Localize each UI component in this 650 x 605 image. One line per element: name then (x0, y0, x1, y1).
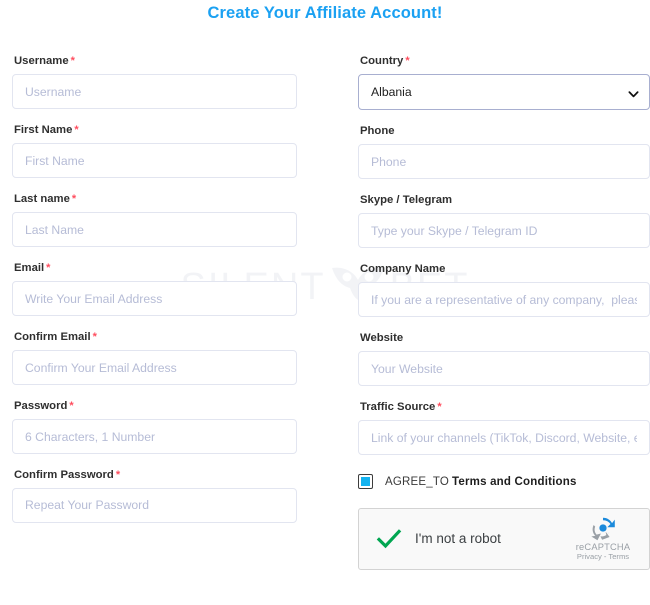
field-confirm-password: Confirm Password * (12, 469, 297, 523)
label-first-name-text: First Name (14, 123, 73, 136)
field-first-name: First Name * (12, 124, 297, 179)
terms-label: AGREE_TO Terms and Conditions (385, 476, 577, 488)
phone-input[interactable] (358, 144, 650, 180)
required-asterisk: * (437, 400, 442, 413)
label-company-name: Company Name (360, 262, 446, 275)
recaptcha-brand-name: reCAPTCHA (575, 541, 631, 552)
recaptcha-checkmark-icon[interactable] (375, 525, 403, 553)
label-confirm-email: Confirm Email * (14, 331, 297, 343)
required-asterisk: * (70, 55, 75, 67)
agree-to-text: AGREE_TO (385, 475, 450, 488)
first-name-input[interactable] (12, 143, 297, 179)
country-selected-value: Albania (371, 85, 412, 100)
skype-telegram-input[interactable] (358, 213, 650, 249)
required-asterisk: * (115, 468, 121, 481)
field-password: Password * (12, 400, 297, 455)
terms-agreement-row: AGREE_TO Terms and Conditions (358, 470, 650, 494)
website-input[interactable] (358, 351, 650, 387)
company-name-input[interactable] (358, 282, 650, 318)
last-name-input[interactable] (12, 212, 297, 248)
recaptcha-legal-links[interactable]: Privacy - Terms (565, 552, 641, 561)
traffic-source-input[interactable] (358, 420, 650, 456)
required-asterisk: * (69, 399, 74, 412)
field-skype-telegram: Skype / Telegram (358, 193, 650, 249)
label-country-text: Country (360, 55, 404, 67)
label-first-name: First Name * (14, 124, 297, 136)
field-country: Country * Albania (358, 55, 650, 111)
label-confirm-password-text: Confirm Password (14, 468, 114, 481)
label-confirm-email-text: Confirm Email (14, 330, 91, 343)
required-asterisk: * (74, 123, 79, 136)
field-last-name: Last name * (12, 193, 297, 248)
label-username: Username * (14, 55, 297, 67)
label-last-name-text: Last name (14, 192, 70, 205)
required-asterisk: * (46, 261, 51, 274)
label-username-text: Username (14, 55, 69, 67)
required-asterisk: * (92, 330, 97, 343)
label-skype-telegram: Skype / Telegram (360, 193, 453, 206)
recaptcha-widget[interactable]: I'm not a robot reCAPTCHA Privacy - Term… (358, 507, 650, 570)
recaptcha-logo-icon (565, 515, 641, 541)
confirm-email-input[interactable] (12, 350, 297, 386)
label-traffic-source-text: Traffic Source (360, 400, 436, 413)
required-asterisk: * (71, 192, 77, 205)
label-website: Website (360, 331, 404, 344)
label-email-text: Email (14, 261, 45, 274)
label-password: Password * (14, 400, 297, 412)
username-input[interactable] (12, 74, 297, 110)
password-input[interactable] (12, 419, 297, 455)
field-traffic-source: Traffic Source * (358, 401, 650, 456)
page-title: Create Your Affiliate Account! (207, 4, 443, 22)
form-right-column: Country* Albania Phone Skype / Telegram (358, 55, 650, 570)
label-email: Email * (14, 262, 297, 274)
required-asterisk: * (405, 55, 410, 67)
field-company-name: Company Name (358, 262, 650, 318)
label-password-text: Password (14, 399, 68, 412)
terms-and-conditions-link[interactable]: Terms and Conditions (452, 476, 577, 488)
label-traffic-source: Traffic Source * (360, 401, 650, 413)
agree-terms-checkbox[interactable] (358, 474, 373, 490)
country-select-wrapper: Albania (358, 74, 650, 111)
recaptcha-label: I'm not a robot (415, 531, 501, 547)
confirm-password-input[interactable] (12, 487, 297, 523)
field-username: Username * (12, 55, 297, 110)
field-website: Website (358, 331, 650, 387)
form-left-column: Username* First Name* Last name* Email* (12, 55, 297, 537)
label-country: Country * (360, 55, 650, 67)
label-last-name: Last name * (14, 193, 297, 205)
field-confirm-email: Confirm Email * (12, 331, 297, 386)
label-phone: Phone (360, 124, 395, 137)
field-email: Email * (12, 262, 297, 317)
field-phone: Phone (358, 124, 650, 180)
recaptcha-branding: reCAPTCHA Privacy - Terms (565, 515, 641, 561)
email-input[interactable] (12, 281, 297, 317)
checkbox-checked-fill (361, 477, 370, 487)
label-confirm-password: Confirm Password * (14, 469, 297, 481)
country-select[interactable]: Albania (358, 74, 650, 111)
